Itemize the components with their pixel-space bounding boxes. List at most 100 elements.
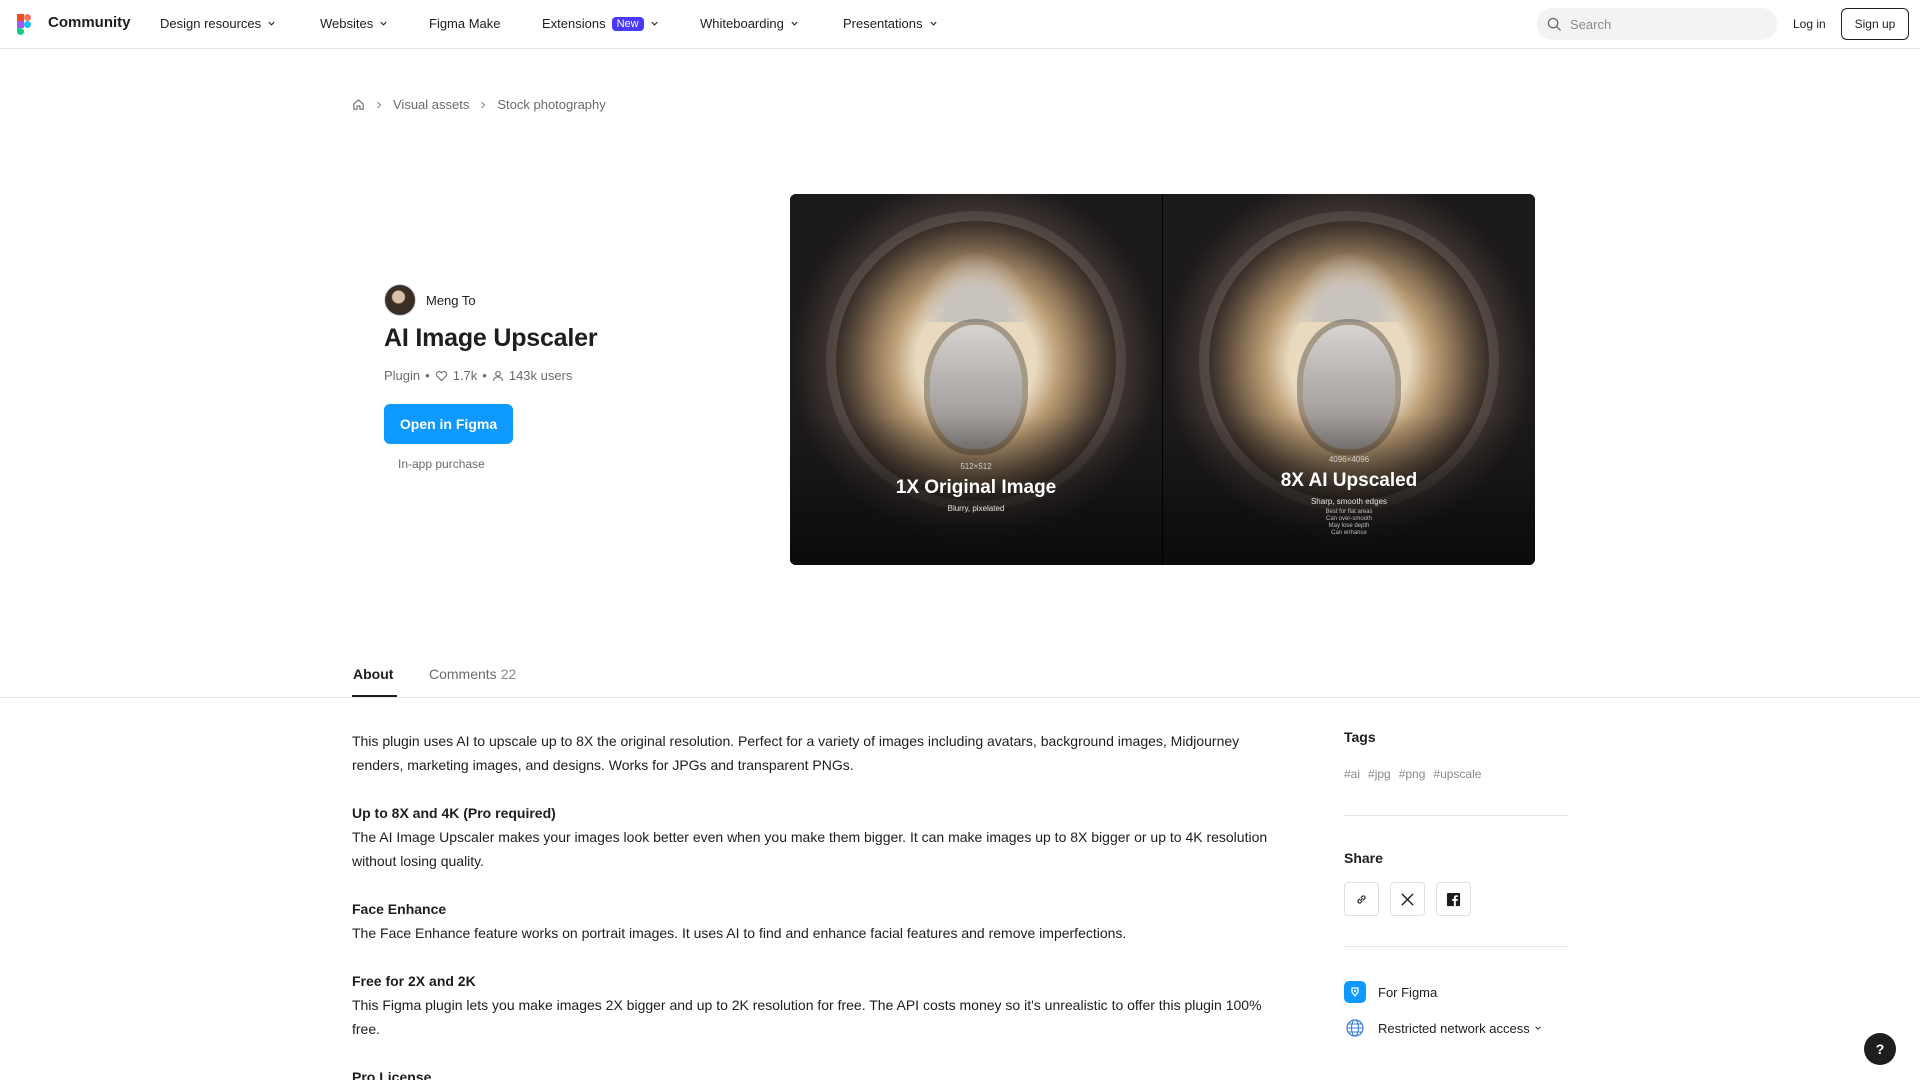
section-heading: Pro License: [352, 1069, 432, 1080]
tab-comments-label: Comments: [429, 666, 497, 682]
globe-icon: [1344, 1017, 1366, 1039]
share-facebook-button[interactable]: [1436, 882, 1471, 916]
preview-caption: 512×512 1X Original Image Blurry, pixela…: [790, 462, 1162, 513]
chevron-right-icon: [481, 101, 486, 108]
nav-label: Figma Make: [429, 16, 501, 31]
network-access-row[interactable]: Restricted network access: [1344, 1017, 1568, 1039]
resource-type: Plugin: [384, 368, 421, 383]
tab-comments[interactable]: Comments 22: [429, 666, 516, 682]
section-body: This Figma plugin lets you make images 2…: [352, 997, 1262, 1037]
plugin-icon: [1344, 981, 1366, 1003]
search-icon: [1547, 17, 1562, 31]
section-body: The Face Enhance feature works on portra…: [352, 925, 1127, 941]
caption-title: 8X AI Upscaled: [1280, 470, 1418, 491]
meta-dot: •: [482, 368, 487, 383]
x-logo-icon: [1401, 892, 1414, 906]
resource-meta: Plugin • 1.7k • 143k users: [384, 368, 572, 383]
about-description: This plugin uses AI to upscale up to 8X …: [352, 729, 1292, 1080]
avatar[interactable]: [384, 284, 416, 316]
users-count: 143k users: [508, 368, 573, 383]
bullet: Can enhance: [1331, 530, 1367, 536]
nav-extensions[interactable]: Extensions New: [542, 16, 659, 31]
open-in-figma-button[interactable]: Open in Figma: [384, 404, 513, 444]
tag-ai[interactable]: #ai: [1344, 767, 1360, 781]
tab-about[interactable]: About: [353, 666, 393, 682]
login-button[interactable]: Log in: [1793, 17, 1826, 31]
chevron-down-icon: [1534, 1026, 1541, 1030]
chevron-down-icon: [380, 21, 387, 26]
section-heading: Up to 8X and 4K (Pro required): [352, 805, 556, 821]
comments-count: 22: [500, 666, 517, 682]
bullet: Best for flat areas: [1325, 509, 1373, 515]
heart-icon[interactable]: [435, 370, 448, 382]
section-heading: Free for 2X and 2K: [352, 973, 476, 989]
preview-caption: 4096×4096 8X AI Upscaled Sharp, smooth e…: [1163, 455, 1535, 537]
user-icon: [492, 370, 503, 381]
intro-paragraph: This plugin uses AI to upscale up to 8X …: [352, 733, 1240, 773]
section-body: The AI Image Upscaler makes your images …: [352, 829, 1268, 869]
figma-logo[interactable]: [17, 14, 31, 35]
link-icon: [1357, 894, 1366, 904]
tags-list: #ai #jpg #png #upscale: [1344, 767, 1568, 781]
search-input[interactable]: [1570, 16, 1750, 32]
preview-image[interactable]: 512×512 1X Original Image Blurry, pixela…: [790, 194, 1535, 565]
breadcrumb: Visual assets Stock photography: [352, 97, 606, 112]
tag-jpg[interactable]: #jpg: [1368, 767, 1391, 781]
tab-bar: About Comments 22: [0, 650, 1920, 698]
new-badge: New: [611, 16, 644, 31]
chevron-down-icon: [791, 21, 798, 26]
nav-label: Whiteboarding: [700, 16, 784, 31]
for-figma-label: For Figma: [1378, 984, 1438, 1000]
meta-dot: •: [425, 368, 430, 383]
search-bar[interactable]: [1537, 8, 1777, 40]
network-access-label: Restricted network access: [1378, 1020, 1530, 1036]
nav-whiteboarding[interactable]: Whiteboarding: [700, 16, 799, 31]
author-name[interactable]: Meng To: [426, 293, 476, 308]
copy-link-button[interactable]: [1344, 882, 1379, 916]
nav-label: Websites: [320, 16, 374, 31]
nav-presentations[interactable]: Presentations: [843, 16, 938, 31]
breadcrumb-stock-photography[interactable]: Stock photography: [497, 97, 605, 112]
active-tab-indicator: [352, 695, 397, 697]
home-icon[interactable]: [352, 98, 365, 111]
tag-upscale[interactable]: #upscale: [1433, 767, 1481, 781]
in-app-purchase-note: In-app purchase: [398, 457, 485, 471]
nav-figma-make[interactable]: Figma Make: [429, 16, 501, 31]
preview-upscaled-panel: 4096×4096 8X AI Upscaled Sharp, smooth e…: [1162, 194, 1535, 565]
bullet: Can over-smooth: [1325, 516, 1373, 522]
nav-label: Presentations: [843, 16, 923, 31]
tags-title: Tags: [1344, 729, 1376, 745]
breadcrumb-visual-assets[interactable]: Visual assets: [393, 97, 469, 112]
headpiece: [916, 251, 1036, 322]
chevron-right-icon: [377, 101, 382, 108]
caption-title: 1X Original Image: [895, 477, 1057, 498]
caption-subtitle: Sharp, smooth edges: [1310, 497, 1388, 506]
details-sidebar: Tags #ai #jpg #png #upscale Share For Fi…: [1344, 729, 1568, 1039]
share-buttons: [1344, 882, 1568, 916]
caption-bullets: Best for flat areas Can over-smooth May …: [1163, 509, 1535, 537]
share-x-button[interactable]: [1390, 882, 1425, 916]
chevron-down-icon: [929, 21, 937, 26]
nav-websites[interactable]: Websites: [320, 16, 388, 31]
facebook-icon: [1446, 892, 1461, 906]
nav-design-resources[interactable]: Design resources: [160, 16, 276, 31]
tag-png[interactable]: #png: [1399, 767, 1426, 781]
likes-count: 1.7k: [452, 368, 478, 383]
bullet: May lose depth: [1328, 523, 1370, 529]
author[interactable]: Meng To: [384, 284, 476, 316]
nav-label: Design resources: [160, 16, 262, 31]
top-navigation: Community Design resources Websites Figm…: [0, 0, 1920, 49]
help-button[interactable]: ?: [1864, 1033, 1896, 1065]
preview-original-panel: 512×512 1X Original Image Blurry, pixela…: [790, 194, 1162, 565]
page-title: AI Image Upscaler: [384, 324, 598, 352]
divider: [1344, 946, 1568, 947]
divider: [1344, 815, 1568, 816]
signup-button[interactable]: Sign up: [1841, 8, 1909, 40]
resolution-label: 4096×4096: [1328, 455, 1370, 464]
section-heading: Face Enhance: [352, 901, 447, 917]
chevron-down-icon: [651, 21, 658, 26]
nav-label: Extensions: [542, 16, 606, 31]
community-link[interactable]: Community: [48, 14, 131, 31]
caption-subtitle: Blurry, pixelated: [947, 504, 1005, 513]
for-figma-row: For Figma: [1344, 981, 1568, 1003]
